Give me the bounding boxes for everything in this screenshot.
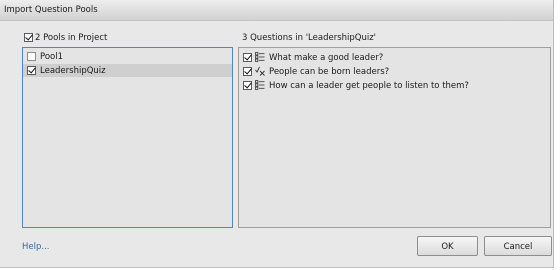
- questions-count-label: 3 Questions in 'LeadershipQuiz': [242, 33, 376, 43]
- pools-count-label: 2 Pools in Project: [35, 33, 108, 43]
- window-title: Import Question Pools: [4, 5, 98, 15]
- pool-label: LeadershipQuiz: [40, 66, 106, 76]
- multiple-choice-icon: [255, 52, 265, 62]
- pool-label: Pool1: [40, 52, 63, 62]
- question-label: How can a leader get people to listen to…: [269, 81, 469, 91]
- title-bar[interactable]: Import Question Pools: [0, 0, 553, 21]
- question-label: What make a good leader?: [269, 53, 384, 63]
- true-false-icon: [255, 66, 265, 76]
- pool-checkbox[interactable]: [27, 52, 36, 61]
- pool-row-leadershipquiz[interactable]: LeadershipQuiz: [23, 64, 232, 77]
- pools-list: Pool1 LeadershipQuiz: [22, 47, 233, 228]
- multiple-choice-icon: [255, 80, 265, 90]
- help-link[interactable]: Help...: [22, 242, 49, 252]
- pool-checkbox[interactable]: [27, 66, 36, 75]
- question-row[interactable]: How can a leader get people to listen to…: [239, 79, 550, 92]
- question-row[interactable]: What make a good leader?: [239, 51, 550, 64]
- question-checkbox[interactable]: [243, 67, 252, 76]
- select-all-pools-checkbox[interactable]: [24, 33, 33, 42]
- question-checkbox[interactable]: [243, 53, 252, 62]
- question-label: People can be born leaders?: [269, 67, 390, 77]
- question-checkbox[interactable]: [243, 81, 252, 90]
- questions-list: What make a good leader? People can be b…: [238, 47, 551, 228]
- question-row[interactable]: People can be born leaders?: [239, 65, 550, 78]
- pool-row-pool1[interactable]: Pool1: [23, 50, 232, 63]
- cancel-button[interactable]: Cancel: [484, 236, 552, 256]
- ok-button[interactable]: OK: [417, 236, 478, 256]
- import-question-pools-dialog: Import Question Pools 2 Pools in Project…: [0, 0, 554, 268]
